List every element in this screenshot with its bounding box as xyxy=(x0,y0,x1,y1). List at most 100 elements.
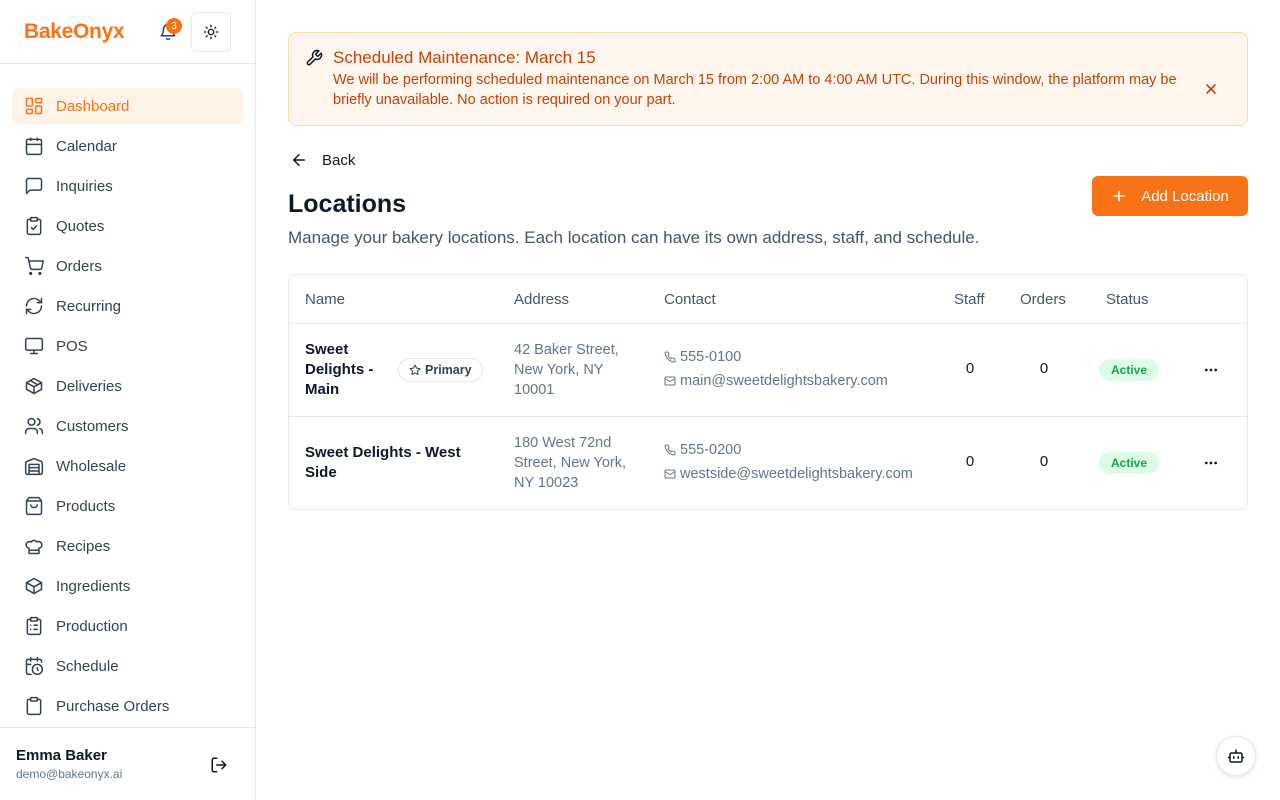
sidebar: BakeOnyx 3 Dashboard Calendar Inquiries … xyxy=(0,0,256,800)
sidebar-item-label: Wholesale xyxy=(56,457,127,475)
sidebar-item-schedule[interactable]: Schedule xyxy=(12,648,243,684)
sidebar-item-label: Recipes xyxy=(56,537,111,555)
sidebar-item-dashboard[interactable]: Dashboard xyxy=(12,88,243,124)
grid-icon xyxy=(25,97,43,115)
alert-close-button[interactable] xyxy=(1201,79,1221,99)
sidebar-item-production[interactable]: Production xyxy=(12,608,243,644)
sidebar-item-recurring[interactable]: Recurring xyxy=(12,288,243,324)
locations-table: Name Address Contact Staff Orders Status… xyxy=(288,274,1248,510)
sidebar-item-label: Schedule xyxy=(56,657,119,675)
email-address: main@sweetdelightsbakery.com xyxy=(680,373,888,389)
clipboard-check-icon xyxy=(26,216,42,236)
sidebar-item-orders[interactable]: Orders xyxy=(12,248,243,284)
warehouse-icon xyxy=(24,457,44,476)
sidebar-item-purchase-orders[interactable]: Purchase Orders xyxy=(12,688,243,724)
more-horizontal-icon xyxy=(1205,461,1217,465)
logout-button[interactable] xyxy=(208,754,230,776)
sidebar-item-label: Products xyxy=(56,497,116,515)
orders-count: 0 xyxy=(1039,360,1049,377)
star-icon xyxy=(409,364,421,375)
user-panel: Emma Baker demo@bakeonyx.ai xyxy=(0,727,255,800)
location-contact: 555-0100 main@sweetdelightsbakery.com xyxy=(664,347,888,391)
calendar-clock-icon xyxy=(25,656,44,676)
email-line: main@sweetdelightsbakery.com xyxy=(664,371,888,391)
wrench-icon xyxy=(306,49,323,66)
page-title: Locations xyxy=(288,190,407,218)
status-badge: Active xyxy=(1099,359,1159,381)
monitor-icon xyxy=(24,337,44,355)
notification-count-badge: 3 xyxy=(166,18,182,34)
sidebar-item-label: Quotes xyxy=(56,217,105,235)
bot-icon xyxy=(1227,749,1245,763)
email-line: westside@sweetdelightsbakery.com xyxy=(664,464,913,484)
cart-icon xyxy=(24,256,44,276)
sidebar-item-pos[interactable]: POS xyxy=(12,328,243,364)
phone-line: 555-0200 xyxy=(664,440,913,460)
sidebar-item-inquiries[interactable]: Inquiries xyxy=(12,168,243,204)
theme-toggle-button[interactable] xyxy=(191,12,231,52)
sidebar-item-label: POS xyxy=(56,337,88,355)
sidebar-item-label: Deliveries xyxy=(56,377,122,395)
phone-number: 555-0200 xyxy=(680,442,742,458)
sidebar-item-label: Inquiries xyxy=(56,177,113,195)
clipboard-list-icon xyxy=(26,616,42,636)
sidebar-item-label: Dashboard xyxy=(56,97,130,115)
column-header-staff: Staff xyxy=(954,291,985,308)
table-row[interactable]: Sweet Delights - West Side 180 West 72nd… xyxy=(289,417,1247,509)
sidebar-item-wholesale[interactable]: Wholesale xyxy=(12,448,243,484)
column-header-status: Status xyxy=(1106,291,1149,308)
sun-icon xyxy=(203,24,219,40)
location-name: Sweet Delights - West Side xyxy=(305,444,461,481)
sidebar-header: BakeOnyx 3 xyxy=(0,0,255,64)
location-contact: 555-0200 westside@sweetdelightsbakery.co… xyxy=(664,440,913,484)
box-icon xyxy=(25,577,43,595)
sidebar-item-label: Ingredients xyxy=(56,577,131,595)
location-address: 42 Baker Street, New York, NY 10001 xyxy=(514,342,619,398)
sidebar-item-label: Purchase Orders xyxy=(56,697,170,715)
add-location-button[interactable]: Add Location xyxy=(1092,176,1248,216)
plus-icon xyxy=(1113,190,1125,202)
sidebar-item-products[interactable]: Products xyxy=(12,488,243,524)
phone-line: 555-0100 xyxy=(664,347,888,367)
clipboard-icon xyxy=(26,696,42,716)
more-horizontal-icon xyxy=(1205,368,1217,372)
alert-body: We will be performing scheduled maintena… xyxy=(333,72,1177,108)
sidebar-item-calendar[interactable]: Calendar xyxy=(12,128,243,164)
assistant-button[interactable] xyxy=(1216,736,1256,776)
status-badge: Active xyxy=(1099,452,1159,474)
shopping-bag-icon xyxy=(25,496,43,516)
column-header-address: Address xyxy=(514,291,570,308)
sidebar-item-customers[interactable]: Customers xyxy=(12,408,243,444)
back-label: Back xyxy=(322,151,356,169)
page-description: Manage your bakery locations. Each locat… xyxy=(288,228,980,247)
column-header-contact: Contact xyxy=(664,291,716,308)
column-header-orders: Orders xyxy=(1020,291,1066,308)
sidebar-item-label: Orders xyxy=(56,257,102,275)
back-button[interactable]: Back xyxy=(290,148,355,172)
sidebar-item-recipes[interactable]: Recipes xyxy=(12,528,243,564)
table-row[interactable]: Sweet Delights - Main Primary 42 Baker S… xyxy=(289,324,1247,417)
alert-title: Scheduled Maintenance: March 15 xyxy=(333,48,596,67)
location-address: 180 West 72nd Street, New York, NY 10023 xyxy=(514,435,627,491)
message-icon xyxy=(25,177,43,195)
sidebar-item-quotes[interactable]: Quotes xyxy=(12,208,243,244)
logout-icon xyxy=(211,757,227,773)
sidebar-item-deliveries[interactable]: Deliveries xyxy=(12,368,243,404)
orders-count: 0 xyxy=(1039,453,1049,470)
app-logo[interactable]: BakeOnyx xyxy=(24,20,125,44)
user-email: demo@bakeonyx.ai xyxy=(16,767,123,781)
row-actions-button[interactable] xyxy=(1200,359,1222,381)
add-location-label: Add Location xyxy=(1141,187,1229,205)
chef-hat-icon xyxy=(25,539,43,555)
user-name: Emma Baker xyxy=(16,747,107,764)
primary-badge: Primary xyxy=(398,358,483,382)
sidebar-nav: Dashboard Calendar Inquiries Quotes Orde… xyxy=(12,88,243,728)
primary-badge-label: Primary xyxy=(425,363,472,377)
refresh-icon xyxy=(25,297,43,315)
sidebar-item-ingredients[interactable]: Ingredients xyxy=(12,568,243,604)
phone-icon xyxy=(664,444,676,456)
sidebar-item-label: Production xyxy=(56,617,128,635)
row-actions-button[interactable] xyxy=(1200,452,1222,474)
phone-icon xyxy=(664,351,676,363)
location-name: Sweet Delights - Main xyxy=(305,341,374,398)
